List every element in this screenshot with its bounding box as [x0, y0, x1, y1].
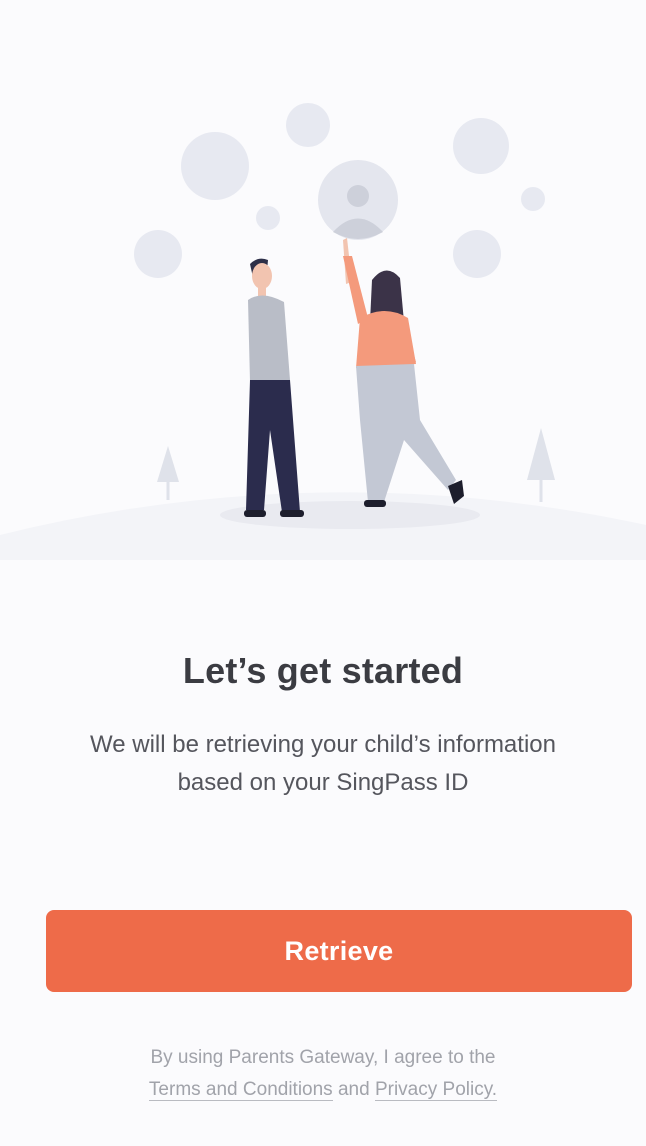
bubble — [286, 103, 330, 147]
man-figure — [244, 258, 304, 517]
tree-icon — [527, 428, 555, 502]
terms-and-conditions-link[interactable]: Terms and Conditions — [148, 1079, 333, 1101]
get-started-screen: Let’s get started We will be retrieving … — [0, 0, 646, 1146]
onboarding-illustration — [0, 103, 646, 560]
bubble — [181, 132, 249, 200]
bubble — [134, 230, 182, 278]
bubble — [521, 187, 545, 211]
bubble — [453, 118, 509, 174]
description-text: We will be retrieving your child’s infor… — [90, 731, 556, 796]
bubble — [256, 206, 280, 230]
legal-prefix-text: By using Parents Gateway, I agree to the — [150, 1047, 496, 1068]
legal-and-text: and — [337, 1079, 370, 1100]
privacy-policy-link[interactable]: Privacy Policy. — [374, 1079, 498, 1101]
retrieve-button[interactable]: Retrieve — [46, 910, 632, 992]
page-title: Let’s get started — [182, 650, 464, 691]
tree-icon — [157, 446, 179, 500]
bubble — [453, 230, 501, 278]
user-avatar-icon — [318, 160, 398, 240]
legal-notice: By using Parents Gateway, I agree to the… — [40, 1042, 606, 1106]
woman-figure — [343, 238, 464, 507]
